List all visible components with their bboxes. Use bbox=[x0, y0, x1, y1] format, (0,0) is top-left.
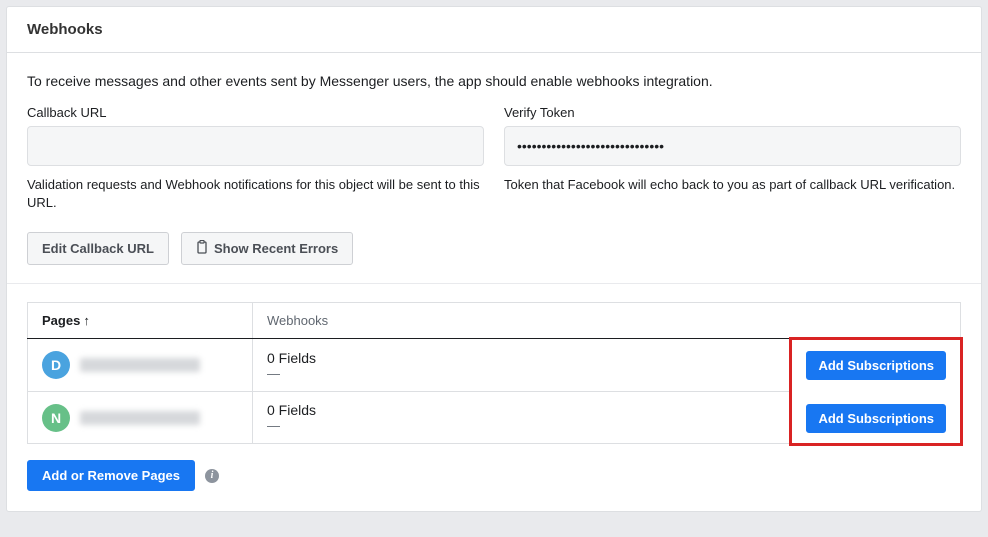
add-subscriptions-button[interactable]: Add Subscriptions bbox=[806, 404, 946, 433]
intro-text: To receive messages and other events sen… bbox=[27, 73, 961, 89]
pages-table: Pages↑ Webhooks D 0 bbox=[27, 302, 961, 444]
verify-token-help: Token that Facebook will echo back to yo… bbox=[504, 176, 961, 212]
page-avatar: N bbox=[42, 404, 70, 432]
callback-url-input[interactable] bbox=[27, 126, 484, 166]
clipboard-icon bbox=[196, 240, 208, 257]
fields-count: 0 Fields bbox=[267, 402, 777, 418]
pages-section: Pages↑ Webhooks D 0 bbox=[7, 284, 981, 511]
webhooks-card: Webhooks To receive messages and other e… bbox=[6, 6, 982, 512]
page-name-redacted bbox=[80, 358, 200, 372]
table-row: D 0 Fields — Add Subscriptions bbox=[28, 339, 961, 392]
verify-token-label: Verify Token bbox=[504, 105, 961, 120]
show-recent-errors-button[interactable]: Show Recent Errors bbox=[181, 232, 353, 265]
page-avatar: D bbox=[42, 351, 70, 379]
show-recent-errors-label: Show Recent Errors bbox=[214, 241, 338, 256]
edit-callback-url-button[interactable]: Edit Callback URL bbox=[27, 232, 169, 265]
pages-column-header[interactable]: Pages↑ bbox=[28, 303, 253, 339]
verify-token-input[interactable] bbox=[504, 126, 961, 166]
fields-count: 0 Fields bbox=[267, 350, 777, 366]
card-title: Webhooks bbox=[7, 7, 981, 53]
add-remove-pages-button[interactable]: Add or Remove Pages bbox=[27, 460, 195, 491]
sort-arrow-icon: ↑ bbox=[83, 313, 90, 328]
callback-url-help: Validation requests and Webhook notifica… bbox=[27, 176, 484, 212]
add-subscriptions-button[interactable]: Add Subscriptions bbox=[806, 351, 946, 380]
info-icon[interactable]: i bbox=[205, 469, 219, 483]
callback-url-label: Callback URL bbox=[27, 105, 484, 120]
page-name-redacted bbox=[80, 411, 200, 425]
fields-dash: — bbox=[267, 418, 777, 433]
webhooks-column-header: Webhooks bbox=[253, 303, 961, 339]
edit-callback-url-label: Edit Callback URL bbox=[42, 241, 154, 256]
webhooks-config-section: To receive messages and other events sen… bbox=[7, 53, 981, 284]
fields-dash: — bbox=[267, 366, 777, 381]
